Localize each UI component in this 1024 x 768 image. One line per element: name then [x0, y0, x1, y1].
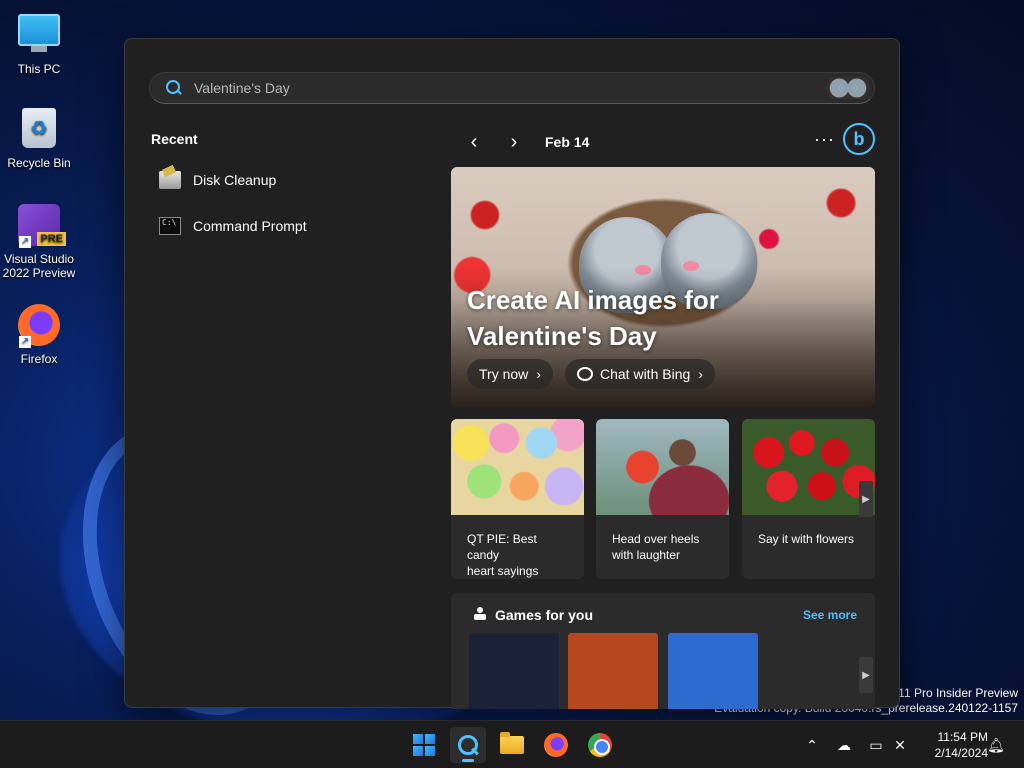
- clock[interactable]: 11:54 PM 2/14/2024: [918, 729, 988, 761]
- card-caption: Head over heels with laughter: [612, 532, 700, 562]
- recycle-bin-icon: ♻: [17, 108, 61, 152]
- desktop-icon-recycle-bin[interactable]: ♻ Recycle Bin: [0, 106, 78, 170]
- roses-image: [742, 419, 875, 515]
- search-icon: [458, 735, 478, 755]
- hero-card[interactable]: Create AI images for Valentine's Day Try…: [451, 167, 875, 407]
- hero-title-line1: Create AI images for: [467, 285, 719, 315]
- network-icon[interactable]: ▭: [866, 735, 886, 755]
- taskbar: ⌃ ☁ ▭ ✕ 11:54 PM 2/14/2024 🔔︎: [0, 720, 1024, 768]
- clock-date: 2/14/2024: [934, 746, 988, 760]
- desktop-icon-label: Recycle Bin: [7, 156, 71, 170]
- desktop-icon-label: Firefox: [20, 352, 58, 366]
- desktop-icon-label: 2022 Preview: [2, 266, 76, 280]
- desktop-icon-visual-studio[interactable]: PRE ↗ Visual Studio 2022 Preview: [0, 204, 78, 280]
- chrome-icon: [588, 733, 612, 757]
- chevron-right-icon: ›: [698, 366, 703, 382]
- highlight-date: Feb 14: [545, 134, 590, 150]
- chat-icon: [577, 367, 593, 381]
- chevron-right-icon: ›: [536, 366, 541, 382]
- visual-studio-icon: PRE ↗: [17, 204, 66, 248]
- monitor-icon: [17, 14, 61, 58]
- desktop-icon-label: Visual Studio: [4, 252, 74, 266]
- desktop-icon-this-pc[interactable]: This PC: [0, 10, 78, 76]
- recent-item-label: Command Prompt: [193, 218, 307, 234]
- start-button[interactable]: [406, 727, 442, 763]
- taskbar-search-button[interactable]: [450, 727, 486, 763]
- game-tile[interactable]: [469, 633, 559, 709]
- games-section: Games for you See more ▶: [451, 593, 875, 709]
- desktop-icon-firefox[interactable]: ↗ Firefox: [0, 304, 78, 366]
- recent-item-label: Disk Cleanup: [193, 172, 277, 188]
- highlights-nav: ‹ › Feb 14 ··· b: [459, 123, 879, 157]
- shortcut-arrow-icon: ↗: [19, 236, 31, 248]
- firefox-icon: [544, 733, 568, 757]
- command-prompt-icon: C:\: [159, 217, 181, 235]
- show-hidden-icons-chevron-icon[interactable]: ⌃: [802, 735, 822, 755]
- joystick-icon: [473, 607, 487, 621]
- recent-heading: Recent: [151, 131, 198, 147]
- firefox-icon: ↗: [17, 304, 61, 348]
- chrome-taskbar-button[interactable]: [582, 727, 618, 763]
- chat-with-bing-label: Chat with Bing: [600, 366, 691, 382]
- games-title: Games for you: [495, 607, 594, 623]
- hero-title-line2: Valentine's Day: [467, 321, 657, 351]
- search-input[interactable]: [194, 80, 826, 96]
- card-head-over-heels[interactable]: Head over heels with laughter: [596, 419, 729, 579]
- search-box[interactable]: [149, 72, 875, 104]
- more-options-button[interactable]: ···: [814, 129, 835, 150]
- preview-badge: PRE: [37, 232, 66, 246]
- game-tile[interactable]: [568, 633, 658, 709]
- game-tile[interactable]: [668, 633, 758, 709]
- candy-hearts-image: [451, 419, 584, 515]
- previous-day-button[interactable]: ‹: [459, 127, 489, 157]
- card-caption: QT PIE: Best candy heart sayings: [467, 532, 539, 578]
- search-highlight-birds-icon[interactable]: [826, 77, 870, 99]
- recent-item-command-prompt[interactable]: C:\ Command Prompt: [159, 217, 307, 235]
- disk-cleanup-icon: [159, 171, 181, 189]
- couple-image: [596, 419, 729, 515]
- try-now-button[interactable]: Try now ›: [467, 359, 553, 389]
- volume-muted-icon[interactable]: ✕: [890, 735, 910, 755]
- windows-logo-icon: [413, 734, 435, 756]
- bing-icon[interactable]: b: [843, 123, 875, 155]
- folder-icon: [500, 732, 524, 754]
- search-icon: [166, 80, 182, 96]
- firefox-taskbar-button[interactable]: [538, 727, 574, 763]
- onedrive-offline-icon[interactable]: ☁: [834, 735, 854, 755]
- card-caption: Say it with flowers: [758, 532, 855, 546]
- games-scroll-right-button[interactable]: ▶: [859, 657, 873, 693]
- file-explorer-button[interactable]: [494, 727, 530, 763]
- clock-time: 11:54 PM: [937, 730, 988, 744]
- hero-title: Create AI images for Valentine's Day: [467, 282, 787, 354]
- next-day-button[interactable]: ›: [499, 127, 529, 157]
- shortcut-arrow-icon: ↗: [19, 336, 31, 348]
- cards-scroll-right-button[interactable]: ▶: [859, 481, 873, 517]
- card-candy-hearts[interactable]: QT PIE: Best candy heart sayings: [451, 419, 584, 579]
- recent-item-disk-cleanup[interactable]: Disk Cleanup: [159, 171, 276, 189]
- try-now-label: Try now: [479, 366, 529, 382]
- search-panel: Recent Disk Cleanup C:\ Command Prompt ‹…: [124, 38, 900, 709]
- see-more-link[interactable]: See more: [803, 608, 857, 622]
- card-flowers[interactable]: Say it with flowers: [742, 419, 875, 579]
- desktop-icon-label: This PC: [17, 62, 61, 76]
- chat-with-bing-button[interactable]: Chat with Bing ›: [565, 359, 715, 389]
- notification-bell-icon[interactable]: 🔔︎: [986, 735, 1006, 755]
